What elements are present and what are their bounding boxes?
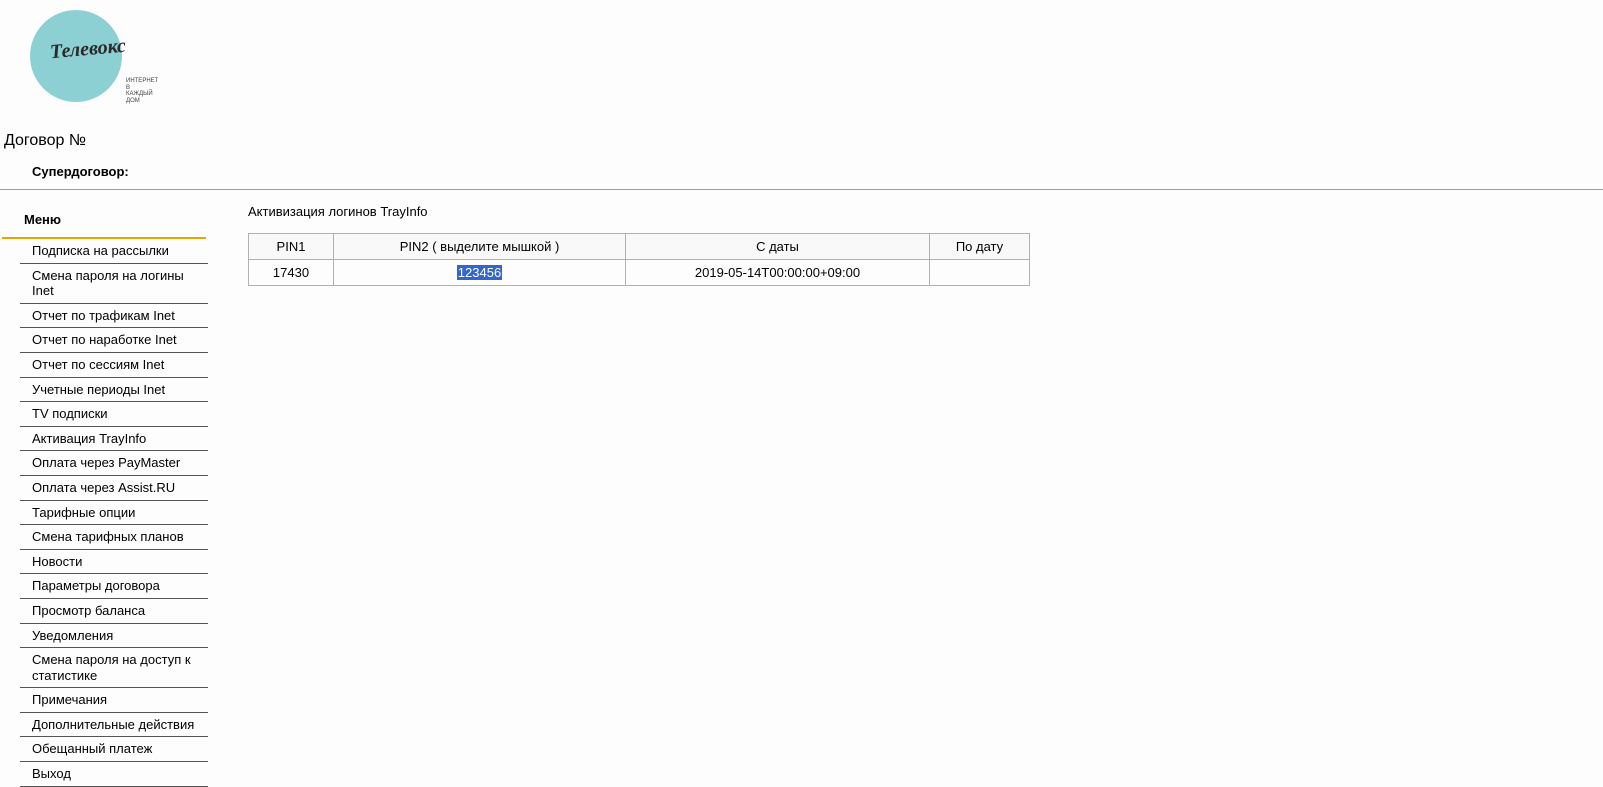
menu-item-subscribe[interactable]: Подписка на рассылки — [20, 239, 208, 264]
logo-area: Телевокс ИНТЕРНЕТ В КАЖДЫЙ ДОМ — [0, 0, 1603, 112]
menu-item-activation-trayinfo[interactable]: Активация TrayInfo — [20, 427, 208, 452]
menu-item-label: Параметры договора — [32, 578, 160, 593]
menu-item-label: Уведомления — [32, 628, 113, 643]
menu-item-label: Оплата через PayMaster — [32, 455, 180, 470]
menu-item-additional-actions[interactable]: Дополнительные действия — [20, 713, 208, 738]
cell-to-date — [930, 260, 1030, 286]
menu-item-label: Смена пароля на логины Inet — [32, 268, 184, 299]
content-area: Активизация логинов TrayInfo PIN1 PIN2 (… — [208, 190, 1603, 787]
header-pin2: PIN2 ( выделите мышкой ) — [334, 234, 626, 260]
menu-item-label: Дополнительные действия — [32, 717, 194, 732]
cell-pin1: 17430 — [249, 260, 334, 286]
menu-item-pay-assistru[interactable]: Оплата через Assist.RU — [20, 476, 208, 501]
menu-item-label: TV подписки — [32, 406, 108, 421]
menu-item-balance[interactable]: Просмотр баланса — [20, 599, 208, 624]
header-pin1: PIN1 — [249, 234, 334, 260]
cell-pin2[interactable]: 123456 — [334, 260, 626, 286]
logo-tagline: ИНТЕРНЕТ В КАЖДЫЙ ДОМ — [126, 78, 158, 104]
menu-item-label: Активация TrayInfo — [32, 431, 146, 446]
menu-item-label: Обещанный платеж — [32, 741, 152, 756]
menu-item-label: Просмотр баланса — [32, 603, 145, 618]
menu-item-tv-subscriptions[interactable]: TV подписки — [20, 402, 208, 427]
menu-item-contract-params[interactable]: Параметры договора — [20, 574, 208, 599]
menu-item-logout[interactable]: Выход — [20, 762, 208, 787]
menu-item-change-password-stats[interactable]: Смена пароля на доступ к статистике — [20, 648, 208, 688]
menu-item-label: Новости — [32, 554, 82, 569]
table-header-row: PIN1 PIN2 ( выделите мышкой ) С даты По … — [249, 234, 1030, 260]
menu: Подписка на рассылки Смена пароля на лог… — [20, 239, 208, 787]
table-row: 17430 123456 2019-05-14T00:00:00+09:00 — [249, 260, 1030, 286]
menu-item-label: Отчет по наработке Inet — [32, 332, 177, 347]
menu-item-label: Оплата через Assist.RU — [32, 480, 175, 495]
menu-item-notes[interactable]: Примечания — [20, 688, 208, 713]
contract-label: Договор № — [0, 112, 1603, 158]
menu-item-tariff-options[interactable]: Тарифные опции — [20, 501, 208, 526]
menu-item-label: Подписка на рассылки — [32, 243, 169, 258]
page-title: Активизация логинов TrayInfo — [248, 204, 1563, 219]
menu-item-traffic-report[interactable]: Отчет по трафикам Inet — [20, 304, 208, 329]
menu-item-label: Смена пароля на доступ к статистике — [32, 652, 191, 683]
menu-item-accounting-periods[interactable]: Учетные периоды Inet — [20, 378, 208, 403]
menu-item-news[interactable]: Новости — [20, 550, 208, 575]
header-to-date: По дату — [930, 234, 1030, 260]
menu-item-usage-report[interactable]: Отчет по наработке Inet — [20, 328, 208, 353]
menu-item-label: Отчет по трафикам Inet — [32, 308, 175, 323]
menu-item-label: Примечания — [32, 692, 107, 707]
pin2-selected-value[interactable]: 123456 — [457, 265, 502, 280]
menu-item-label: Тарифные опции — [32, 505, 135, 520]
menu-item-label: Отчет по сессиям Inet — [32, 357, 164, 372]
menu-item-notifications[interactable]: Уведомления — [20, 624, 208, 649]
menu-item-change-password-inet[interactable]: Смена пароля на логины Inet — [20, 264, 208, 304]
sidebar: Меню Подписка на рассылки Смена пароля н… — [0, 190, 208, 787]
cell-from-date: 2019-05-14T00:00:00+09:00 — [626, 260, 930, 286]
menu-item-pay-paymaster[interactable]: Оплата через PayMaster — [20, 451, 208, 476]
menu-item-label: Учетные периоды Inet — [32, 382, 165, 397]
menu-item-sessions-report[interactable]: Отчет по сессиям Inet — [20, 353, 208, 378]
menu-item-label: Смена тарифных планов — [32, 529, 184, 544]
trayinfo-table: PIN1 PIN2 ( выделите мышкой ) С даты По … — [248, 233, 1030, 286]
menu-title: Меню — [2, 190, 206, 239]
menu-item-label: Выход — [32, 766, 71, 781]
logo: Телевокс ИНТЕРНЕТ В КАЖДЫЙ ДОМ — [30, 10, 140, 102]
menu-item-change-tariff[interactable]: Смена тарифных планов — [20, 525, 208, 550]
super-contract-label: Супердоговор: — [0, 158, 1603, 190]
header-from-date: С даты — [626, 234, 930, 260]
